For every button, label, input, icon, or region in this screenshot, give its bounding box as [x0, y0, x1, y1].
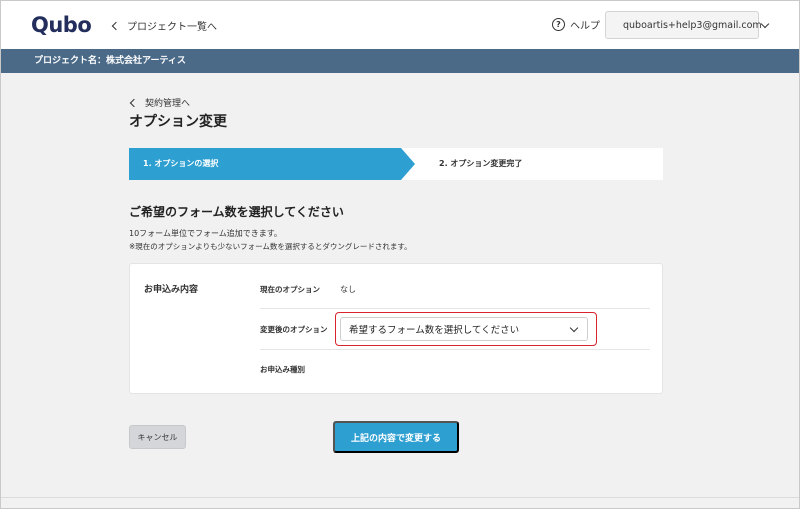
chevron-left-icon [129, 98, 139, 107]
application-type-label: お申込み種別 [260, 365, 305, 374]
cancel-button[interactable]: キャンセル [129, 425, 186, 449]
app-header: Qubo プロジェクト一覧へ ? ヘルプ quboartis+help3@gma… [1, 1, 799, 49]
account-menu[interactable]: quboartis+help3@gmail.com [605, 11, 769, 39]
breadcrumb-label: 契約管理へ [145, 99, 191, 109]
section-title: ご希望のフォーム数を選択してください [129, 205, 344, 219]
new-option-label: 変更後のオプション [260, 325, 328, 334]
help-icon: ? [552, 18, 565, 31]
project-name: プロジェクト名：株式会社アーティス [34, 56, 186, 66]
account-email: quboartis+help3@gmail.com [623, 19, 762, 31]
step-arrow [401, 148, 415, 180]
account-dropdown-toggle[interactable] [760, 12, 769, 38]
application-card: お申込み内容 現在のオプション なし 変更後のオプション 希望するフォーム数を選… [129, 263, 663, 394]
description-line-2: ※現在のオプションよりも少ないフォーム数を選択するとダウングレードされます。 [129, 242, 412, 251]
help-link[interactable]: ? ヘルプ [552, 17, 600, 32]
current-option-value: なし [340, 285, 356, 294]
page-title: オプション変更 [129, 114, 227, 130]
project-name-bar: プロジェクト名：株式会社アーティス [1, 49, 799, 73]
form-count-select[interactable]: 希望するフォーム数を選択してください [340, 317, 588, 341]
description-line-1: 10フォーム単位でフォーム追加できます。 [129, 229, 282, 238]
back-link-label: プロジェクト一覧へ [127, 22, 217, 33]
submit-change-button[interactable]: 上記の内容で変更する [333, 421, 459, 453]
row-divider [260, 308, 650, 309]
select-placeholder: 希望するフォーム数を選択してください [349, 325, 520, 336]
step-1-active: 1. オプションの選択 [129, 148, 401, 180]
breadcrumb-contract-management[interactable]: 契約管理へ [129, 96, 191, 109]
back-to-projects-link[interactable]: プロジェクト一覧へ [111, 18, 217, 33]
chevron-down-icon [569, 323, 579, 332]
logo-text: Qubo [31, 13, 92, 37]
row-divider [260, 349, 650, 350]
qubo-logo[interactable]: Qubo [31, 13, 92, 37]
help-label: ヘルプ [570, 21, 600, 32]
card-heading: お申込み内容 [144, 285, 199, 295]
footer-divider [1, 497, 799, 498]
chevron-left-icon [111, 21, 121, 30]
current-option-label: 現在のオプション [260, 285, 320, 294]
progress-stepper: 1. オプションの選択 2. オプション変更完了 [129, 148, 663, 180]
step-2: 2. オプション変更完了 [439, 159, 523, 168]
chevron-down-icon [760, 19, 769, 28]
